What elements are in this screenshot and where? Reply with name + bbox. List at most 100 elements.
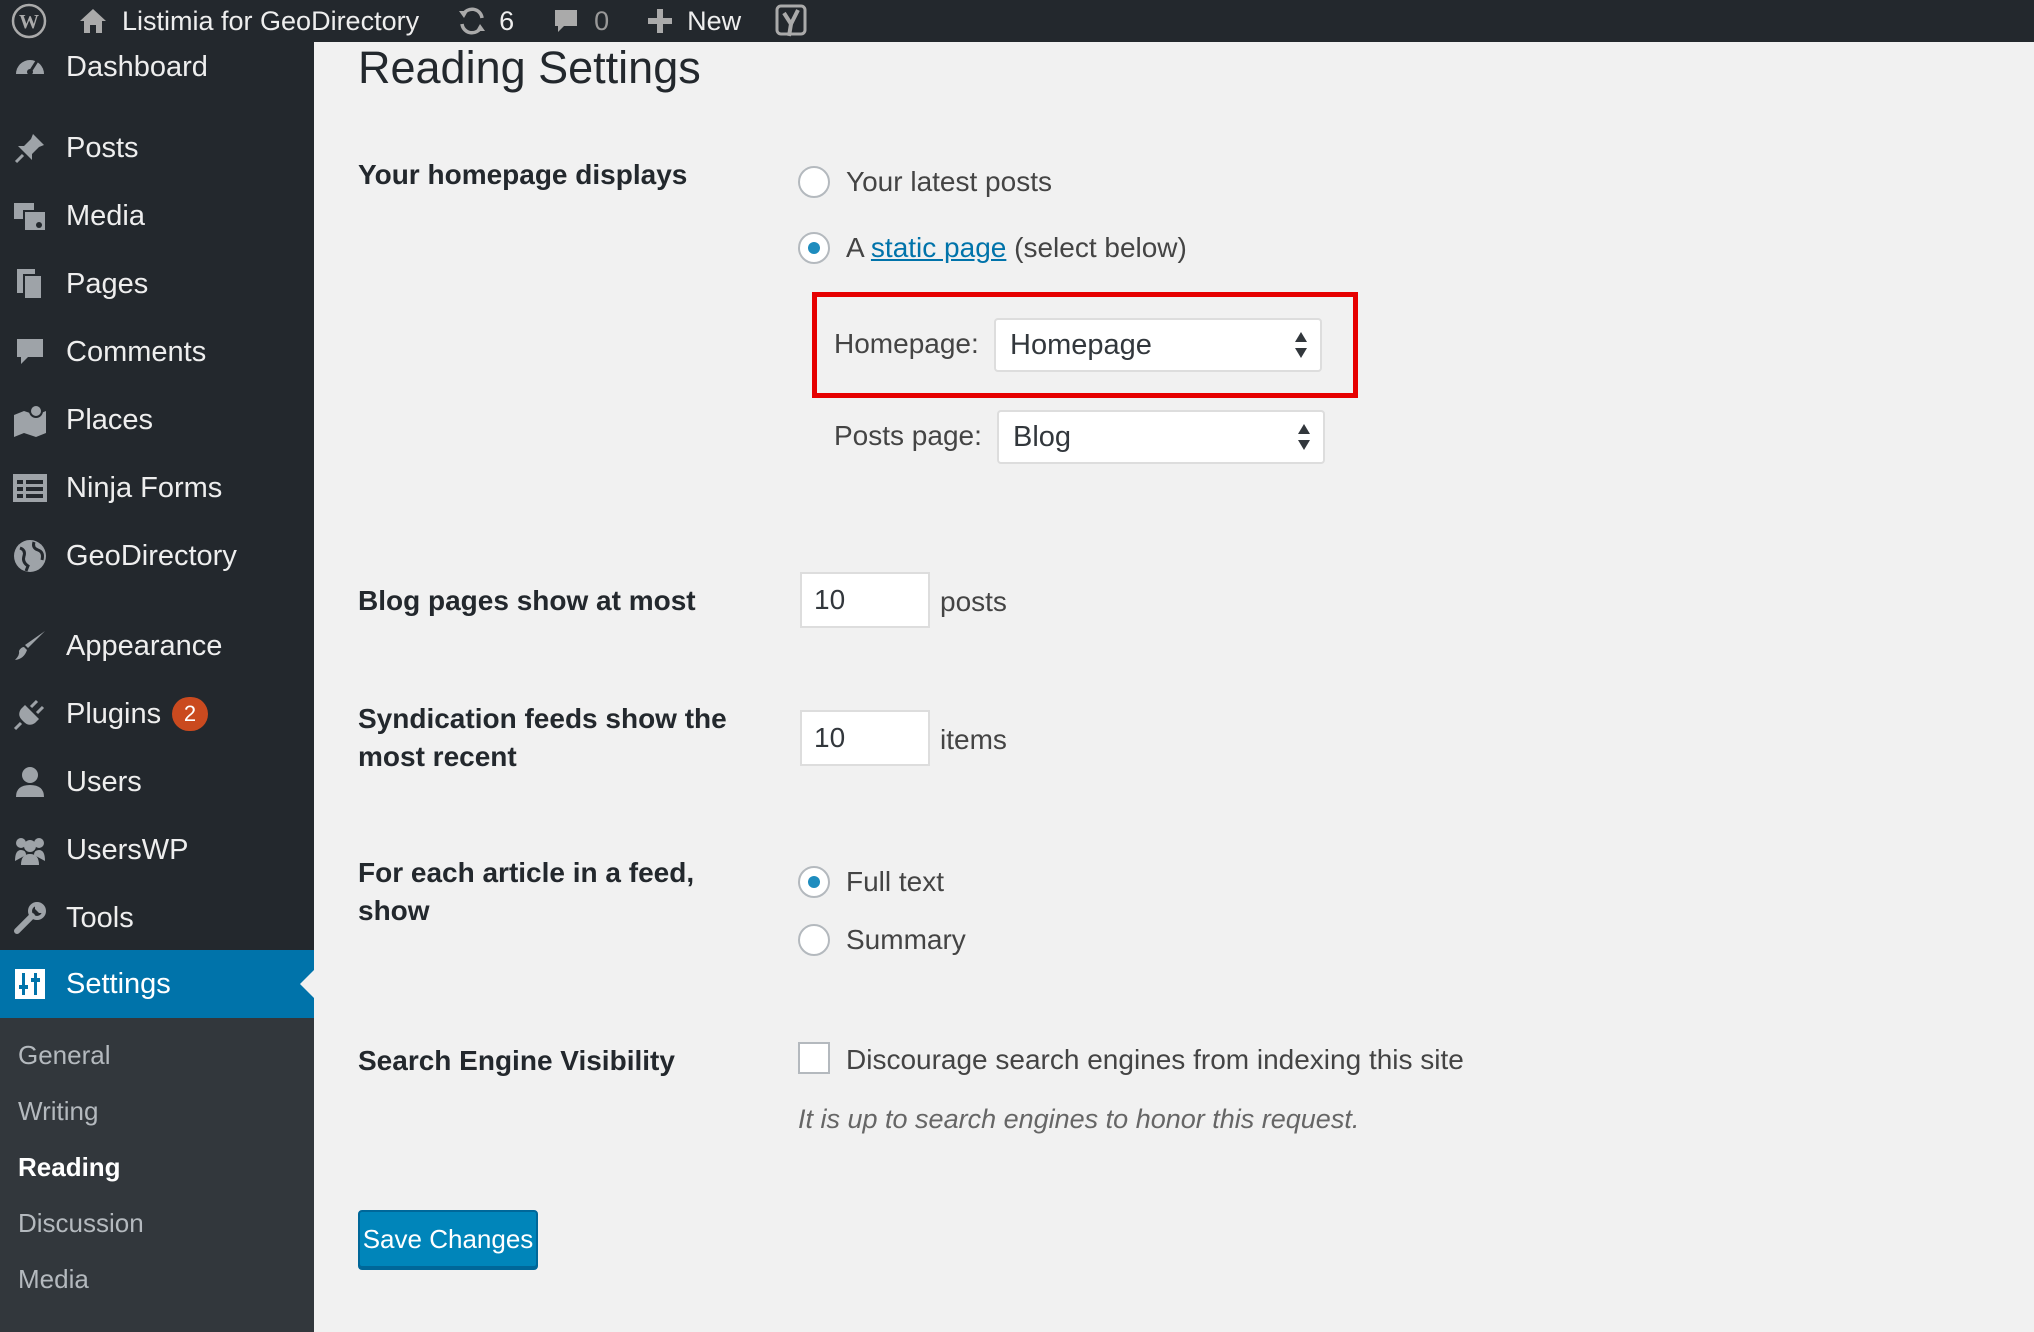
menu-item-appearance[interactable]: Appearance — [0, 618, 314, 674]
menu-label-plugins: Plugins — [66, 697, 162, 730]
radio-static-page[interactable] — [798, 232, 830, 264]
radio-latest-posts[interactable] — [798, 166, 830, 198]
submenu-media[interactable]: Media — [18, 1264, 89, 1295]
discourage-search-checkbox[interactable] — [798, 1042, 830, 1074]
updates-link[interactable]: 6 — [429, 0, 524, 42]
submenu-reading[interactable]: Reading — [18, 1152, 121, 1183]
comment-icon — [12, 334, 48, 370]
radio-selected-dot — [808, 242, 820, 254]
syndication-suffix: items — [940, 724, 1007, 755]
main-content: Reading Settings Your homepage displays … — [314, 42, 2034, 1332]
summary-label: Summary — [846, 924, 966, 955]
menu-label-users: Users — [66, 765, 142, 798]
menu-label-ninja-forms: Ninja Forms — [66, 471, 223, 504]
dashboard-icon — [12, 49, 48, 85]
updates-count: 6 — [499, 5, 515, 36]
posts-page-select-label: Posts page: — [834, 420, 982, 451]
radio-full-text[interactable] — [798, 866, 830, 898]
pages-icon — [12, 266, 48, 302]
homepage-select[interactable]: Homepage — [994, 318, 1322, 372]
menu-item-dashboard[interactable]: Dashboard — [0, 42, 314, 92]
save-changes-button[interactable]: Save Changes — [358, 1210, 538, 1268]
users-group-icon — [12, 832, 48, 868]
menu-item-comments[interactable]: Comments — [0, 324, 314, 380]
media-icon — [12, 198, 48, 234]
pin-icon — [12, 130, 48, 166]
map-icon — [12, 402, 48, 438]
refresh-icon — [457, 6, 487, 36]
submenu-writing[interactable]: Writing — [18, 1096, 98, 1127]
menu-item-users[interactable]: Users — [0, 754, 314, 810]
posts-page-select[interactable]: Blog — [997, 410, 1325, 464]
radio-summary[interactable] — [798, 924, 830, 956]
site-name-link[interactable]: Listimia for GeoDirectory — [58, 0, 429, 42]
homepage-select-value: Homepage — [1010, 328, 1152, 361]
search-visibility-label: Search Engine Visibility — [358, 1045, 675, 1076]
wordpress-logo-icon: W — [11, 3, 47, 39]
menu-item-pages[interactable]: Pages — [0, 256, 314, 312]
full-text-label: Full text — [846, 866, 945, 897]
homepage-displays-label: Your homepage displays — [358, 159, 688, 190]
svg-text:W: W — [19, 11, 39, 33]
menu-label-media: Media — [66, 199, 145, 232]
menu-item-media[interactable]: Media — [0, 188, 314, 244]
wrench-icon — [12, 900, 48, 936]
submenu-general[interactable]: General — [18, 1040, 111, 1071]
comments-count: 0 — [594, 5, 610, 36]
user-icon — [12, 764, 48, 800]
static-page-link[interactable]: static page — [871, 232, 1006, 263]
radio-selected-dot — [808, 876, 820, 888]
admin-sidebar: Dashboard Posts Media Pages Comments Pla… — [0, 42, 314, 1332]
menu-label-places: Places — [66, 403, 154, 436]
homepage-select-label: Homepage: — [834, 328, 979, 359]
comments-link[interactable]: 0 — [524, 0, 619, 42]
discourage-search-label: Discourage search engines from indexing … — [846, 1044, 1464, 1075]
latest-posts-label: Your latest posts — [846, 166, 1052, 197]
menu-item-userswp[interactable]: UsersWP — [0, 822, 314, 878]
menu-label-comments: Comments — [66, 335, 207, 368]
search-visibility-description: It is up to search engines to honor this… — [798, 1104, 1360, 1134]
new-label: New — [687, 5, 742, 36]
new-content-button[interactable]: New — [619, 0, 751, 42]
plus-icon — [647, 8, 673, 34]
blog-pages-suffix: posts — [940, 586, 1007, 617]
menu-item-places[interactable]: Places — [0, 392, 314, 448]
menu-label-tools: Tools — [66, 901, 134, 934]
static-page-option: A static page (select below) — [846, 232, 1187, 264]
globe-icon — [12, 538, 48, 574]
syndication-label: Syndication feeds show the most recent — [358, 703, 727, 772]
site-name: Listimia for GeoDirectory — [122, 5, 420, 36]
menu-label-userswp: UsersWP — [66, 833, 189, 866]
comment-icon — [552, 7, 580, 35]
feed-article-label: For each article in a feed, show — [358, 857, 695, 926]
page-title: Reading Settings — [358, 42, 701, 93]
menu-item-posts[interactable]: Posts — [0, 120, 314, 176]
forms-icon — [12, 470, 48, 506]
menu-label-pages: Pages — [66, 267, 149, 300]
blog-pages-input[interactable] — [800, 572, 930, 628]
yoast-seo-button[interactable] — [751, 0, 817, 42]
yoast-icon — [775, 4, 807, 38]
menu-label-posts: Posts — [66, 131, 139, 164]
syndication-input[interactable] — [800, 710, 930, 766]
posts-page-select-value: Blog — [1013, 420, 1072, 453]
menu-item-geodirectory[interactable]: GeoDirectory — [0, 528, 314, 584]
admin-bar: W Listimia for GeoDirectory 6 0 New — [0, 0, 2034, 42]
menu-label-dashboard: Dashboard — [66, 50, 208, 83]
submenu-discussion[interactable]: Discussion — [18, 1208, 144, 1239]
static-suffix: (select below) — [1014, 232, 1187, 263]
brush-icon — [12, 628, 48, 664]
home-icon — [78, 7, 108, 35]
wordpress-logo-button[interactable]: W — [0, 0, 58, 42]
menu-item-plugins[interactable]: Plugins 2 — [0, 686, 314, 742]
settings-submenu: General Writing Reading Discussion Media — [0, 1018, 314, 1332]
menu-item-tools[interactable]: Tools — [0, 890, 314, 946]
menu-label-geodirectory: GeoDirectory — [66, 539, 237, 572]
plugin-icon — [12, 696, 48, 732]
select-arrows-icon — [1295, 332, 1307, 358]
menu-item-ninja-forms[interactable]: Ninja Forms — [0, 460, 314, 516]
menu-item-settings[interactable]: Settings — [0, 950, 314, 1018]
settings-icon — [12, 966, 48, 1002]
static-prefix: A — [846, 232, 864, 263]
blog-pages-label: Blog pages show at most — [358, 585, 696, 616]
